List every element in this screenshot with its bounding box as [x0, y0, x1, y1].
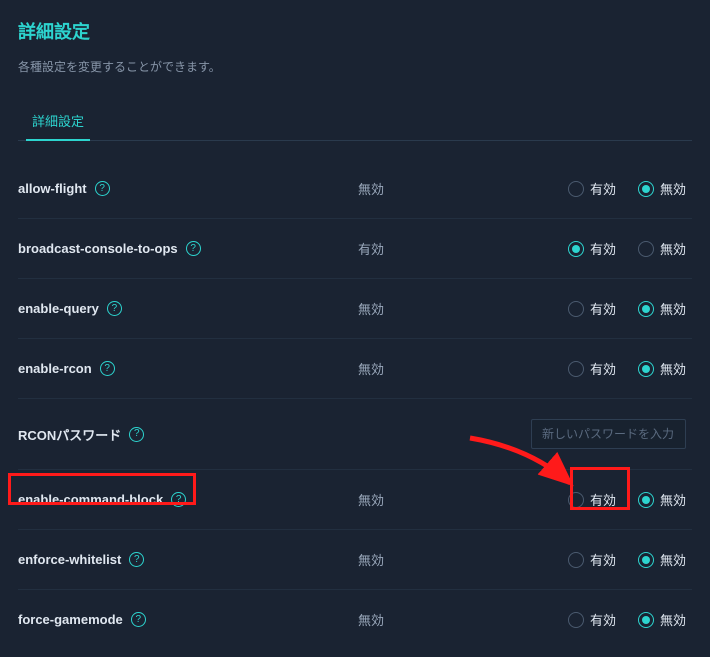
- setting-label: allow-flight: [18, 181, 87, 196]
- setting-label: force-gamemode: [18, 612, 123, 627]
- radio-label: 無効: [660, 179, 686, 198]
- radio-enabled[interactable]: 有効: [568, 179, 616, 198]
- radio-group: 有効 無効: [488, 179, 692, 198]
- radio-label: 無効: [660, 550, 686, 569]
- radio-icon: [638, 241, 654, 257]
- setting-status: 無効: [358, 179, 488, 198]
- label-col: enable-query?: [18, 301, 358, 316]
- radio-label: 無効: [660, 299, 686, 318]
- setting-label: enable-command-block: [18, 492, 163, 507]
- radio-icon: [568, 241, 584, 257]
- help-icon[interactable]: ?: [171, 492, 186, 507]
- radio-enabled[interactable]: 有効: [568, 299, 616, 318]
- setting-status: 無効: [358, 299, 488, 318]
- setting-row-enable-rcon: enable-rcon?無効有効無効: [18, 339, 692, 399]
- radio-disabled[interactable]: 無効: [638, 359, 686, 378]
- radio-label: 無効: [660, 359, 686, 378]
- radio-group: 有効 無効: [488, 359, 692, 378]
- setting-label: enforce-whitelist: [18, 552, 121, 567]
- radio-label: 有効: [590, 239, 616, 258]
- radio-label: 有効: [590, 359, 616, 378]
- radio-enabled[interactable]: 有効: [568, 359, 616, 378]
- radio-label: 無効: [660, 490, 686, 509]
- setting-status: 有効: [358, 239, 488, 258]
- radio-enabled[interactable]: 有効: [568, 550, 616, 569]
- radio-icon: [638, 552, 654, 568]
- radio-enabled[interactable]: 有効: [568, 610, 616, 629]
- help-icon[interactable]: ?: [131, 612, 146, 627]
- radio-label: 有効: [590, 299, 616, 318]
- page-title: 詳細設定: [18, 18, 692, 44]
- password-input[interactable]: [531, 419, 686, 449]
- radio-disabled[interactable]: 無効: [638, 239, 686, 258]
- radio-icon: [638, 612, 654, 628]
- radio-label: 有効: [590, 610, 616, 629]
- setting-label: broadcast-console-to-ops: [18, 241, 178, 256]
- setting-label: RCONパスワード: [18, 425, 121, 444]
- setting-row-force-gamemode: force-gamemode?無効有効無効: [18, 590, 692, 649]
- radio-enabled[interactable]: 有効: [568, 239, 616, 258]
- help-icon[interactable]: ?: [186, 241, 201, 256]
- help-icon[interactable]: ?: [129, 427, 144, 442]
- help-icon[interactable]: ?: [129, 552, 144, 567]
- radio-label: 有効: [590, 490, 616, 509]
- page-description: 各種設定を変更することができます。: [18, 58, 692, 75]
- radio-icon: [638, 361, 654, 377]
- label-col: force-gamemode?: [18, 612, 358, 627]
- radio-icon: [638, 492, 654, 508]
- radio-icon: [568, 612, 584, 628]
- label-col: enable-command-block?: [18, 492, 358, 507]
- radio-disabled[interactable]: 無効: [638, 299, 686, 318]
- help-icon[interactable]: ?: [107, 301, 122, 316]
- setting-label: enable-query: [18, 301, 99, 316]
- radio-group: 有効 無効: [488, 239, 692, 258]
- tab-advanced-settings[interactable]: 詳細設定: [18, 101, 98, 140]
- radio-icon: [568, 361, 584, 377]
- radio-group: 有効 無効: [488, 490, 692, 509]
- setting-row-enforce-whitelist: enforce-whitelist?無効有効無効: [18, 530, 692, 590]
- help-icon[interactable]: ?: [100, 361, 115, 376]
- setting-row-broadcast-console-to-ops: broadcast-console-to-ops?有効有効無効: [18, 219, 692, 279]
- radio-icon: [568, 301, 584, 317]
- radio-icon: [568, 552, 584, 568]
- setting-status: 無効: [358, 550, 488, 569]
- radio-label: 有効: [590, 550, 616, 569]
- radio-disabled[interactable]: 無効: [638, 490, 686, 509]
- radio-disabled[interactable]: 無効: [638, 610, 686, 629]
- radio-icon: [568, 492, 584, 508]
- radio-icon: [638, 301, 654, 317]
- settings-list: allow-flight?無効有効無効broadcast-console-to-…: [18, 159, 692, 649]
- radio-disabled[interactable]: 無効: [638, 550, 686, 569]
- setting-row-enable-query: enable-query?無効有効無効: [18, 279, 692, 339]
- radio-disabled[interactable]: 無効: [638, 179, 686, 198]
- label-col: enforce-whitelist?: [18, 552, 358, 567]
- setting-label: enable-rcon: [18, 361, 92, 376]
- radio-label: 有効: [590, 179, 616, 198]
- label-col: enable-rcon?: [18, 361, 358, 376]
- radio-group: 有効 無効: [488, 610, 692, 629]
- radio-label: 無効: [660, 239, 686, 258]
- label-col: RCONパスワード?: [18, 425, 358, 444]
- setting-row-rcon-password: RCONパスワード?: [18, 399, 692, 470]
- radio-group: 有効 無効: [488, 550, 692, 569]
- radio-enabled[interactable]: 有効: [568, 490, 616, 509]
- label-col: broadcast-console-to-ops?: [18, 241, 358, 256]
- tabs: 詳細設定: [18, 101, 692, 141]
- setting-status: 無効: [358, 610, 488, 629]
- label-col: allow-flight?: [18, 181, 358, 196]
- help-icon[interactable]: ?: [95, 181, 110, 196]
- radio-group: 有効 無効: [488, 299, 692, 318]
- input-col: [488, 419, 692, 449]
- setting-status: 無効: [358, 359, 488, 378]
- setting-row-enable-command-block: enable-command-block?無効有効無効: [18, 470, 692, 530]
- setting-status: 無効: [358, 490, 488, 509]
- radio-label: 無効: [660, 610, 686, 629]
- radio-icon: [568, 181, 584, 197]
- radio-icon: [638, 181, 654, 197]
- setting-row-allow-flight: allow-flight?無効有効無効: [18, 159, 692, 219]
